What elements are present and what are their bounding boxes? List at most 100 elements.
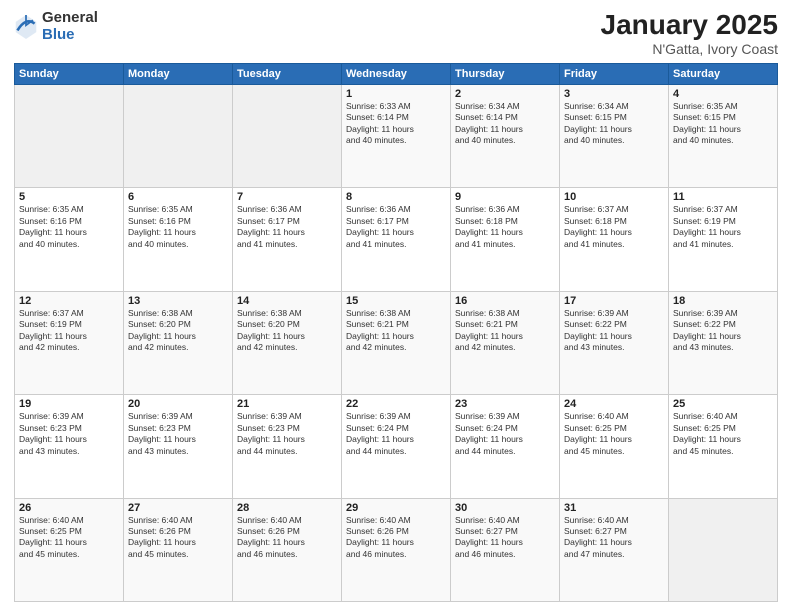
day-info: Sunrise: 6:40 AM Sunset: 6:27 PM Dayligh… <box>455 515 555 561</box>
calendar-cell: 23Sunrise: 6:39 AM Sunset: 6:24 PM Dayli… <box>451 395 560 498</box>
calendar-cell <box>233 84 342 187</box>
day-number: 6 <box>128 191 228 203</box>
calendar-cell: 6Sunrise: 6:35 AM Sunset: 6:16 PM Daylig… <box>124 188 233 291</box>
day-number: 2 <box>455 88 555 100</box>
calendar-cell: 19Sunrise: 6:39 AM Sunset: 6:23 PM Dayli… <box>15 395 124 498</box>
calendar-cell <box>669 498 778 601</box>
day-number: 21 <box>237 398 337 410</box>
weekday-header: Saturday <box>669 63 778 84</box>
calendar-cell: 15Sunrise: 6:38 AM Sunset: 6:21 PM Dayli… <box>342 291 451 394</box>
day-info: Sunrise: 6:40 AM Sunset: 6:27 PM Dayligh… <box>564 515 664 561</box>
day-number: 29 <box>346 502 446 514</box>
calendar-week-row: 26Sunrise: 6:40 AM Sunset: 6:25 PM Dayli… <box>15 498 778 601</box>
calendar-week-row: 1Sunrise: 6:33 AM Sunset: 6:14 PM Daylig… <box>15 84 778 187</box>
calendar-header-row: SundayMondayTuesdayWednesdayThursdayFrid… <box>15 63 778 84</box>
day-number: 20 <box>128 398 228 410</box>
calendar-cell: 7Sunrise: 6:36 AM Sunset: 6:17 PM Daylig… <box>233 188 342 291</box>
day-info: Sunrise: 6:40 AM Sunset: 6:25 PM Dayligh… <box>19 515 119 561</box>
day-number: 19 <box>19 398 119 410</box>
day-number: 30 <box>455 502 555 514</box>
day-info: Sunrise: 6:40 AM Sunset: 6:25 PM Dayligh… <box>564 411 664 457</box>
calendar-cell: 24Sunrise: 6:40 AM Sunset: 6:25 PM Dayli… <box>560 395 669 498</box>
day-info: Sunrise: 6:40 AM Sunset: 6:26 PM Dayligh… <box>346 515 446 561</box>
calendar-cell <box>15 84 124 187</box>
calendar-cell: 14Sunrise: 6:38 AM Sunset: 6:20 PM Dayli… <box>233 291 342 394</box>
logo: General Blue <box>14 10 98 43</box>
calendar-cell: 28Sunrise: 6:40 AM Sunset: 6:26 PM Dayli… <box>233 498 342 601</box>
day-number: 24 <box>564 398 664 410</box>
day-info: Sunrise: 6:40 AM Sunset: 6:26 PM Dayligh… <box>237 515 337 561</box>
weekday-header: Monday <box>124 63 233 84</box>
day-info: Sunrise: 6:38 AM Sunset: 6:20 PM Dayligh… <box>237 308 337 354</box>
day-info: Sunrise: 6:37 AM Sunset: 6:19 PM Dayligh… <box>19 308 119 354</box>
day-number: 23 <box>455 398 555 410</box>
day-info: Sunrise: 6:37 AM Sunset: 6:19 PM Dayligh… <box>673 204 773 250</box>
weekday-header: Wednesday <box>342 63 451 84</box>
day-number: 26 <box>19 502 119 514</box>
title-month: January 2025 <box>601 10 778 41</box>
day-info: Sunrise: 6:39 AM Sunset: 6:22 PM Dayligh… <box>673 308 773 354</box>
calendar-cell: 13Sunrise: 6:38 AM Sunset: 6:20 PM Dayli… <box>124 291 233 394</box>
day-info: Sunrise: 6:38 AM Sunset: 6:20 PM Dayligh… <box>128 308 228 354</box>
day-info: Sunrise: 6:38 AM Sunset: 6:21 PM Dayligh… <box>346 308 446 354</box>
calendar-week-row: 19Sunrise: 6:39 AM Sunset: 6:23 PM Dayli… <box>15 395 778 498</box>
weekday-header: Tuesday <box>233 63 342 84</box>
day-number: 4 <box>673 88 773 100</box>
day-info: Sunrise: 6:35 AM Sunset: 6:15 PM Dayligh… <box>673 101 773 147</box>
calendar-cell: 9Sunrise: 6:36 AM Sunset: 6:18 PM Daylig… <box>451 188 560 291</box>
day-info: Sunrise: 6:40 AM Sunset: 6:26 PM Dayligh… <box>128 515 228 561</box>
calendar-cell: 10Sunrise: 6:37 AM Sunset: 6:18 PM Dayli… <box>560 188 669 291</box>
day-info: Sunrise: 6:35 AM Sunset: 6:16 PM Dayligh… <box>128 204 228 250</box>
calendar-cell: 8Sunrise: 6:36 AM Sunset: 6:17 PM Daylig… <box>342 188 451 291</box>
day-info: Sunrise: 6:39 AM Sunset: 6:23 PM Dayligh… <box>128 411 228 457</box>
day-number: 8 <box>346 191 446 203</box>
calendar-cell: 26Sunrise: 6:40 AM Sunset: 6:25 PM Dayli… <box>15 498 124 601</box>
day-number: 17 <box>564 295 664 307</box>
calendar-cell: 29Sunrise: 6:40 AM Sunset: 6:26 PM Dayli… <box>342 498 451 601</box>
calendar-cell: 22Sunrise: 6:39 AM Sunset: 6:24 PM Dayli… <box>342 395 451 498</box>
day-number: 1 <box>346 88 446 100</box>
day-number: 28 <box>237 502 337 514</box>
calendar-cell: 30Sunrise: 6:40 AM Sunset: 6:27 PM Dayli… <box>451 498 560 601</box>
calendar-cell: 2Sunrise: 6:34 AM Sunset: 6:14 PM Daylig… <box>451 84 560 187</box>
day-info: Sunrise: 6:34 AM Sunset: 6:14 PM Dayligh… <box>455 101 555 147</box>
calendar-cell: 31Sunrise: 6:40 AM Sunset: 6:27 PM Dayli… <box>560 498 669 601</box>
day-number: 18 <box>673 295 773 307</box>
calendar-cell <box>124 84 233 187</box>
calendar-cell: 11Sunrise: 6:37 AM Sunset: 6:19 PM Dayli… <box>669 188 778 291</box>
calendar-cell: 12Sunrise: 6:37 AM Sunset: 6:19 PM Dayli… <box>15 291 124 394</box>
day-number: 13 <box>128 295 228 307</box>
day-info: Sunrise: 6:39 AM Sunset: 6:23 PM Dayligh… <box>19 411 119 457</box>
day-number: 27 <box>128 502 228 514</box>
calendar-cell: 21Sunrise: 6:39 AM Sunset: 6:23 PM Dayli… <box>233 395 342 498</box>
calendar-cell: 27Sunrise: 6:40 AM Sunset: 6:26 PM Dayli… <box>124 498 233 601</box>
calendar-table: SundayMondayTuesdayWednesdayThursdayFrid… <box>14 63 778 602</box>
calendar-cell: 16Sunrise: 6:38 AM Sunset: 6:21 PM Dayli… <box>451 291 560 394</box>
day-number: 3 <box>564 88 664 100</box>
day-info: Sunrise: 6:36 AM Sunset: 6:17 PM Dayligh… <box>237 204 337 250</box>
day-info: Sunrise: 6:38 AM Sunset: 6:21 PM Dayligh… <box>455 308 555 354</box>
calendar-cell: 3Sunrise: 6:34 AM Sunset: 6:15 PM Daylig… <box>560 84 669 187</box>
title-block: January 2025 N'Gatta, Ivory Coast <box>601 10 778 57</box>
day-number: 9 <box>455 191 555 203</box>
weekday-header: Friday <box>560 63 669 84</box>
day-info: Sunrise: 6:37 AM Sunset: 6:18 PM Dayligh… <box>564 204 664 250</box>
day-info: Sunrise: 6:39 AM Sunset: 6:24 PM Dayligh… <box>455 411 555 457</box>
day-number: 25 <box>673 398 773 410</box>
calendar-week-row: 5 Sunrise: 6:35 AM Sunset: 6:16 PM Daylig… <box>15 188 778 291</box>
day-info: Sunrise: 6:36 AM Sunset: 6:17 PM Dayligh… <box>346 204 446 250</box>
day-number: 16 <box>455 295 555 307</box>
calendar-cell: 18Sunrise: 6:39 AM Sunset: 6:22 PM Dayli… <box>669 291 778 394</box>
day-info: Sunrise: 6:39 AM Sunset: 6:23 PM Dayligh… <box>237 411 337 457</box>
day-info: Sunrise: 6:36 AM Sunset: 6:18 PM Dayligh… <box>455 204 555 250</box>
calendar-cell: 25Sunrise: 6:40 AM Sunset: 6:25 PM Dayli… <box>669 395 778 498</box>
title-location: N'Gatta, Ivory Coast <box>601 41 778 57</box>
day-number: 11 <box>673 191 773 203</box>
day-number: 5 <box>19 191 119 203</box>
weekday-header: Thursday <box>451 63 560 84</box>
day-info: Sunrise: 6:33 AM Sunset: 6:14 PM Dayligh… <box>346 101 446 147</box>
header: General Blue January 2025 N'Gatta, Ivory… <box>14 10 778 57</box>
calendar-cell: 5Sunrise: 6:35 AM Sunset: 6:16 PM Daylig… <box>15 188 124 291</box>
weekday-header: Sunday <box>15 63 124 84</box>
day-info: Sunrise: 6:39 AM Sunset: 6:22 PM Dayligh… <box>564 308 664 354</box>
